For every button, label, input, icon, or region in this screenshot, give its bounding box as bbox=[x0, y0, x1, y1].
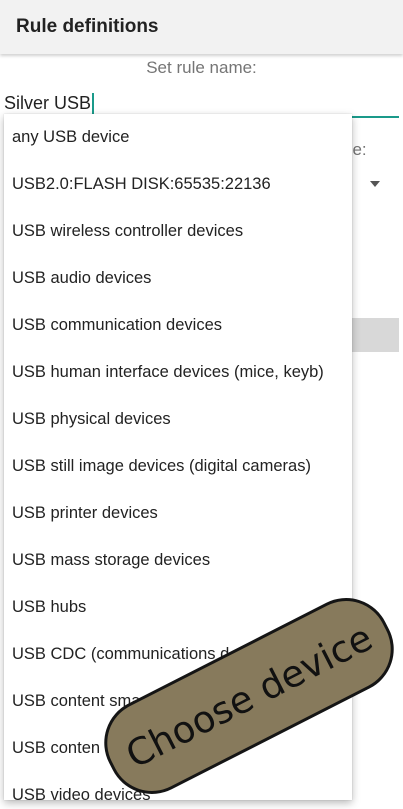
dropdown-item[interactable]: any USB device bbox=[4, 114, 352, 161]
text-cursor bbox=[92, 93, 94, 114]
dropdown-item[interactable]: USB wireless controller devices bbox=[4, 208, 352, 255]
dropdown-item[interactable]: USB communication devices bbox=[4, 302, 352, 349]
dropdown-arrow-icon[interactable] bbox=[370, 181, 380, 187]
rule-name-label: Set rule name: bbox=[146, 58, 257, 77]
app-bar: Rule definitions bbox=[0, 0, 403, 54]
dropdown-item[interactable]: USB audio devices bbox=[4, 255, 352, 302]
dropdown-item[interactable]: USB human interface devices (mice, keyb) bbox=[4, 349, 352, 396]
page-title: Rule definitions bbox=[16, 16, 159, 37]
dropdown-item[interactable]: USB still image devices (digital cameras… bbox=[4, 443, 352, 490]
dropdown-item[interactable]: USB physical devices bbox=[4, 396, 352, 443]
dropdown-item[interactable]: USB2.0:FLASH DISK:65535:22136 bbox=[4, 161, 352, 208]
dropdown-item[interactable]: USB printer devices bbox=[4, 490, 352, 537]
dropdown-item[interactable]: USB mass storage devices bbox=[4, 537, 352, 584]
